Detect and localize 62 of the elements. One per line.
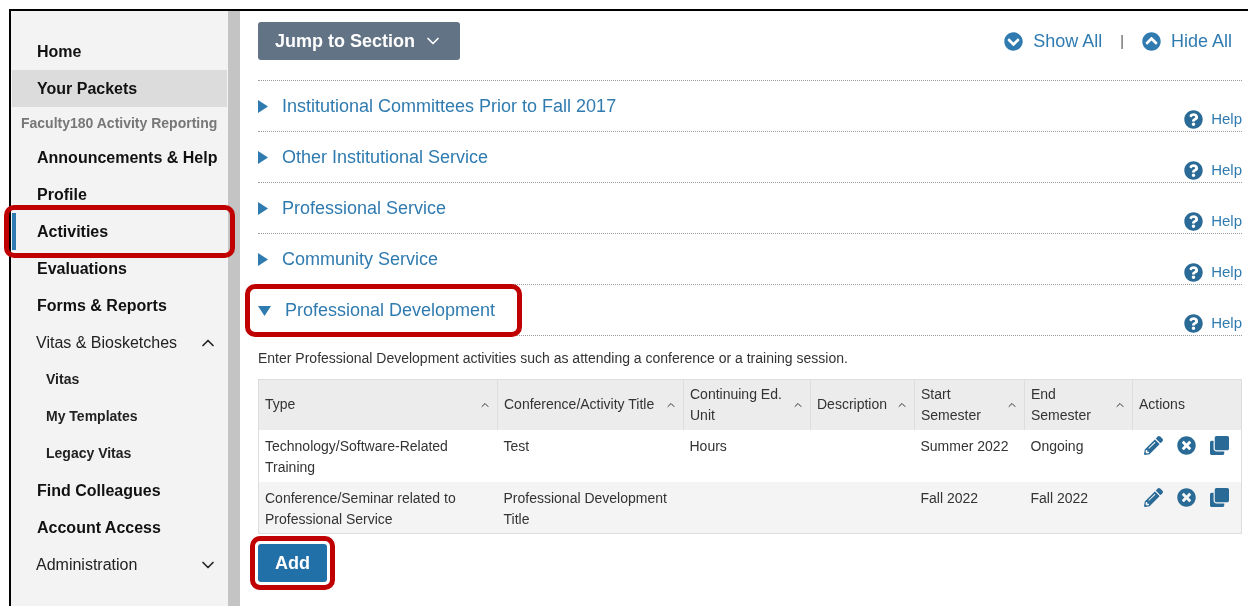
help-link[interactable]: Help [1184, 312, 1242, 335]
triangle-right-icon [258, 151, 268, 164]
triangle-down-icon [258, 305, 271, 316]
table-cell: Ongoing [1024, 429, 1133, 482]
sidebar-item[interactable]: Evaluations [12, 250, 227, 287]
section-toggle[interactable]: Institutional Committees Prior to Fall 2017 [245, 80, 644, 133]
sidebar-item[interactable]: Forms & Reports [12, 287, 227, 324]
help-icon [1184, 211, 1204, 231]
sidebar-caption: Faculty180 Activity Reporting [20, 113, 219, 133]
triangle-right-icon [258, 100, 268, 113]
column-header[interactable]: Start Semester [914, 379, 1025, 430]
table-cell: Fall 2022 [1024, 481, 1133, 534]
column-header[interactable]: Description [810, 379, 915, 430]
column-header[interactable]: Continuing Ed. Unit [683, 379, 811, 430]
help-link[interactable]: Help [1184, 261, 1242, 284]
sidebar-subitem[interactable]: Legacy Vitas [11, 435, 228, 472]
column-header[interactable]: Conference/Activity Title [497, 379, 684, 430]
separator: | [1120, 31, 1124, 51]
column-header: Actions [1132, 379, 1242, 430]
add-button[interactable]: Add [258, 544, 327, 582]
help-icon [1184, 160, 1204, 180]
table-cell: Technology/Software-Related Training [258, 429, 498, 482]
section-toggle[interactable]: Other Institutional Service [245, 131, 516, 184]
hide-all-link[interactable]: Hide All [1141, 27, 1232, 55]
table-cell: Fall 2022 [914, 481, 1025, 534]
delete-icon[interactable] [1177, 487, 1197, 507]
table-cell: Summer 2022 [914, 429, 1025, 482]
sidebar-item[interactable]: Find Colleagues [12, 472, 227, 509]
triangle-right-icon [258, 202, 268, 215]
sidebar-item[interactable]: Home [12, 33, 227, 70]
sidebar-item[interactable]: Announcements & Help [12, 139, 227, 176]
sidebar-group[interactable]: Vitas & Biosketches [11, 324, 228, 361]
help-link[interactable]: Help [1184, 210, 1242, 233]
edit-icon[interactable] [1144, 487, 1164, 507]
help-link[interactable]: Help [1184, 159, 1242, 182]
column-header[interactable]: End Semester [1024, 379, 1133, 430]
delete-icon[interactable] [1177, 435, 1197, 455]
help-icon [1184, 262, 1204, 282]
table-cell: Hours [683, 429, 811, 482]
sidebar-subitem[interactable]: Vitas [11, 361, 228, 398]
section-description: Enter Professional Development activities such as attending a conference or a training session. [258, 349, 849, 368]
duplicate-icon[interactable] [1210, 487, 1230, 507]
sidebar-item[interactable]: Profile [12, 176, 227, 213]
show-all-link[interactable]: Show All [1004, 27, 1103, 55]
help-icon [1184, 313, 1204, 333]
jump-to-section-button[interactable]: Jump to Section [258, 22, 460, 60]
help-icon [1184, 109, 1204, 129]
edit-icon[interactable] [1144, 435, 1164, 455]
triangle-right-icon [258, 253, 268, 266]
sidebar-item[interactable]: Account Access [12, 509, 227, 546]
sidebar-group[interactable]: Administration [11, 546, 228, 583]
column-header[interactable]: Type [258, 379, 498, 430]
table-cell: Test [497, 429, 684, 482]
sidebar-item[interactable]: Your Packets [12, 70, 227, 107]
section-toggle[interactable]: Community Service [245, 233, 466, 286]
section-toggle[interactable]: Professional Service [245, 182, 474, 235]
table-cell: Conference/Seminar related to Professional Service [258, 481, 498, 534]
help-link[interactable]: Help [1184, 108, 1242, 131]
duplicate-icon[interactable] [1210, 435, 1230, 455]
table-cell: Professional Development Title [497, 481, 684, 534]
sidebar-subitem[interactable]: My Templates [11, 398, 228, 435]
section-toggle[interactable]: Professional Development [245, 284, 523, 337]
